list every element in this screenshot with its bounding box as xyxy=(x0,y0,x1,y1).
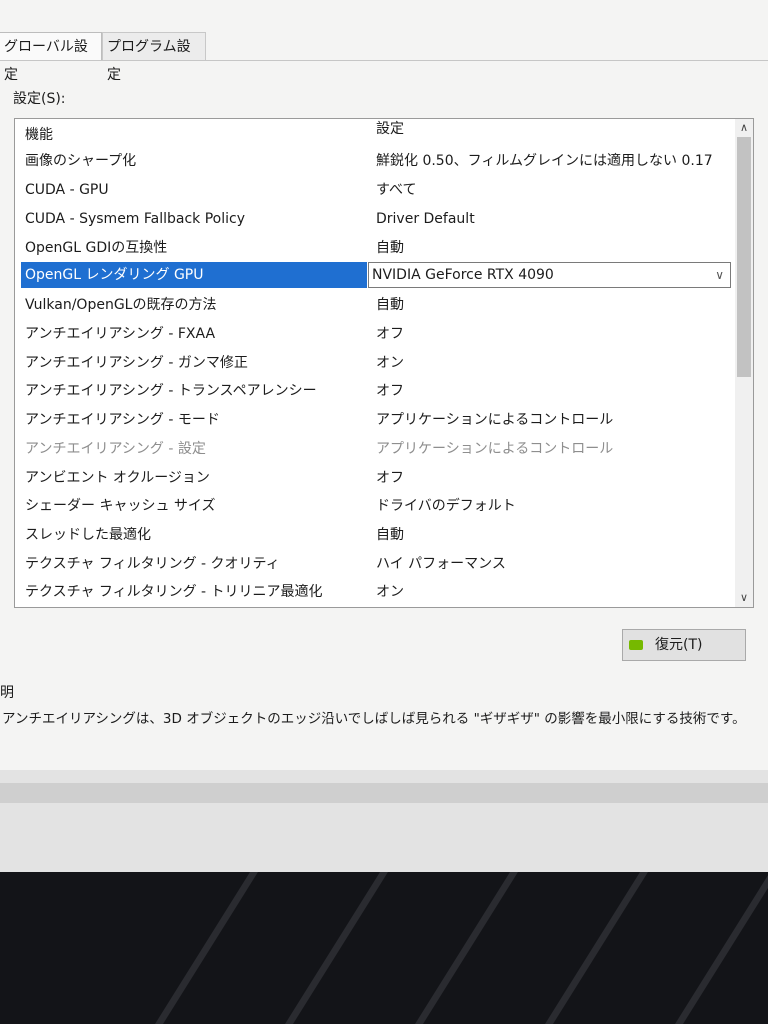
row-setting: オン xyxy=(376,355,404,371)
bezel-reflection xyxy=(657,872,768,1024)
scrollbar-thumb[interactable] xyxy=(737,137,751,377)
bezel-reflection xyxy=(397,872,531,1024)
row-feature: OpenGL GDIの互換性 xyxy=(25,240,168,256)
settings-label: 設定(S): xyxy=(13,91,66,107)
row-feature: 画像のシャープ化 xyxy=(25,153,137,169)
settings-list[interactable]: 機能 設定 画像のシャープ化 鮮鋭化 0.50、フィルムグレインには適用しない … xyxy=(14,118,754,608)
row-feature: アンチエイリアシング - モード xyxy=(25,412,220,428)
table-row[interactable]: 画像のシャープ化 鮮鋭化 0.50、フィルムグレインには適用しない 0.17 xyxy=(15,147,735,175)
row-feature: テクスチャ フィルタリング - トリリニア最適化 xyxy=(25,584,323,600)
row-feature: アンビエント オクルージョン xyxy=(25,470,210,486)
row-setting: ドライバのデフォルト xyxy=(376,498,516,514)
row-feature: シェーダー キャッシュ サイズ xyxy=(25,498,216,514)
row-feature: アンチエイリアシング - FXAA xyxy=(25,326,216,342)
tab-divider xyxy=(0,60,768,61)
table-row[interactable]: アンビエント オクルージョン オフ xyxy=(15,464,735,492)
row-setting: オフ xyxy=(376,383,404,399)
table-row[interactable]: アンチエイリアシング - FXAA オフ xyxy=(15,320,735,348)
row-setting: アプリケーションによるコントロール xyxy=(376,441,614,457)
table-row-disabled: アンチエイリアシング - 設定 アプリケーションによるコントロール xyxy=(15,435,735,463)
table-row[interactable]: OpenGL GDIの互換性 自動 xyxy=(15,234,735,262)
tab-program-settings[interactable]: プログラム設定 xyxy=(102,32,206,83)
nvidia-logo-icon xyxy=(629,640,643,650)
bezel-reflection xyxy=(527,872,661,1024)
row-feature: アンチエイリアシング - トランスペアレンシー xyxy=(25,383,317,399)
column-header-feature: 機能 xyxy=(25,127,53,143)
table-row-selected[interactable]: OpenGL レンダリング GPU NVIDIA GeForce RTX 409… xyxy=(15,261,735,289)
row-setting: 自動 xyxy=(376,527,404,543)
table-row[interactable]: スレッドした最適化 自動 xyxy=(15,521,735,549)
bezel-reflection xyxy=(267,872,401,1024)
table-row[interactable]: アンチエイリアシング - ガンマ修正 オン xyxy=(15,349,735,377)
row-setting: 自動 xyxy=(376,297,404,313)
row-setting: アプリケーションによるコントロール xyxy=(376,412,614,428)
table-row[interactable]: Vulkan/OpenGLの既存の方法 自動 xyxy=(15,291,735,319)
row-feature: OpenGL レンダリング GPU xyxy=(21,262,367,288)
row-feature: CUDA - GPU xyxy=(25,182,109,198)
row-setting: オン xyxy=(376,584,404,600)
table-row[interactable]: アンチエイリアシング - モード アプリケーションによるコントロール xyxy=(15,406,735,434)
row-setting: オフ xyxy=(376,326,404,342)
table-row[interactable]: シェーダー キャッシュ サイズ ドライバのデフォルト xyxy=(15,492,735,520)
row-setting: ハイ パフォーマンス xyxy=(376,556,506,572)
row-feature: アンチエイリアシング - 設定 xyxy=(25,441,206,457)
row-feature: CUDA - Sysmem Fallback Policy xyxy=(25,211,246,227)
dropdown-value: NVIDIA GeForce RTX 4090 xyxy=(372,267,554,283)
restore-button[interactable]: 復元(T) xyxy=(622,629,746,661)
row-setting: 鮮鋭化 0.50、フィルムグレインには適用しない 0.17 xyxy=(376,153,713,169)
table-row[interactable]: テクスチャ フィルタリング - クオリティ ハイ パフォーマンス xyxy=(15,550,735,578)
bottom-divider xyxy=(0,783,768,803)
column-header-setting: 設定 xyxy=(376,121,404,137)
table-row[interactable]: テクスチャ フィルタリング - トリリニア最適化 オン xyxy=(15,578,735,606)
row-setting: すべて xyxy=(376,182,417,198)
table-row[interactable]: CUDA - Sysmem Fallback Policy Driver Def… xyxy=(15,205,735,233)
chevron-up-icon[interactable]: ∧ xyxy=(735,119,753,137)
chevron-down-icon[interactable]: ∨ xyxy=(735,589,753,607)
nvidia-control-panel: グローバル設定 プログラム設定 設定(S): 機能 設定 画像のシャープ化 鮮鋭… xyxy=(0,0,768,872)
tab-global-settings[interactable]: グローバル設定 xyxy=(0,32,102,83)
row-feature: Vulkan/OpenGLの既存の方法 xyxy=(25,297,217,313)
monitor-bezel xyxy=(0,872,768,1024)
rendering-gpu-dropdown[interactable]: NVIDIA GeForce RTX 4090 ∨ xyxy=(368,262,731,288)
row-feature: アンチエイリアシング - ガンマ修正 xyxy=(25,355,248,371)
row-setting: オフ xyxy=(376,470,404,486)
row-setting: Driver Default xyxy=(376,211,475,227)
row-setting: 自動 xyxy=(376,240,404,256)
restore-button-label: 復元(T) xyxy=(655,637,703,653)
table-row[interactable]: CUDA - GPU すべて xyxy=(15,176,735,204)
row-feature: テクスチャ フィルタリング - クオリティ xyxy=(25,556,280,572)
bezel-reflection xyxy=(137,872,271,1024)
table-row[interactable]: アンチエイリアシング - トランスペアレンシー オフ xyxy=(15,377,735,405)
chevron-down-icon[interactable]: ∨ xyxy=(715,263,724,287)
description-heading: 明 xyxy=(0,685,14,701)
description-text: アンチエイリアシングは、3D オブジェクトのエッジ沿いでしばしば見られる "ギザ… xyxy=(2,711,746,727)
vertical-scrollbar[interactable]: ∧ ∨ xyxy=(735,119,753,607)
list-header: 機能 設定 xyxy=(15,119,735,147)
row-feature: スレッドした最適化 xyxy=(25,527,151,543)
